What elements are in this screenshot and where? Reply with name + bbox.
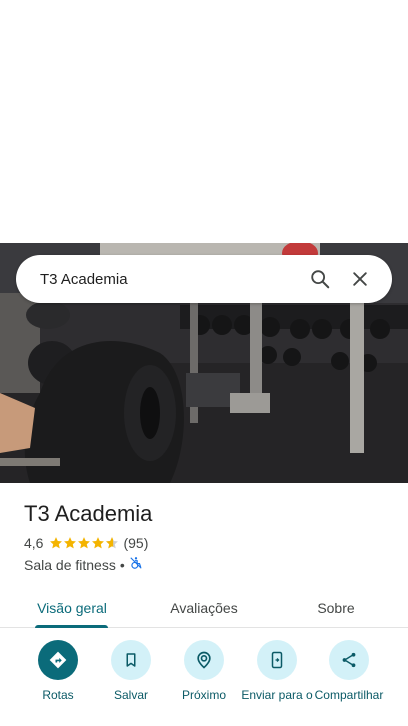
star-icon (78, 537, 91, 549)
save-label: Salvar (113, 688, 148, 702)
share-label: Compartilhar (314, 688, 384, 702)
place-category: Sala de fitness (24, 556, 116, 573)
tab-bar: Visão geral Avaliações Sobre (0, 588, 408, 628)
share-icon (329, 640, 369, 680)
share-button[interactable]: Compartilhar (312, 640, 386, 702)
directions-button[interactable]: Rotas (21, 640, 95, 702)
not-wheelchair-accessible-icon (129, 556, 143, 573)
search-icon[interactable] (300, 259, 340, 299)
star-icon (64, 537, 77, 549)
rating-row[interactable]: 4,6 (95) (24, 535, 148, 551)
review-count: (95) (123, 535, 149, 551)
search-input[interactable]: T3 Academia (40, 271, 300, 288)
map-area-blank (0, 0, 408, 243)
star-icon (50, 537, 63, 549)
active-tab-indicator (35, 625, 108, 628)
close-icon[interactable] (340, 259, 380, 299)
rating-value: 4,6 (24, 535, 44, 551)
send-to-phone-button[interactable]: Enviar para o (240, 640, 314, 702)
tab-overview[interactable]: Visão geral (20, 588, 124, 628)
separator-dot: • (119, 556, 125, 573)
category-row: Sala de fitness • (24, 556, 143, 573)
directions-label: Rotas (42, 688, 74, 702)
send-to-phone-label: Enviar para o (241, 688, 313, 702)
nearby-button[interactable]: Próximo (167, 640, 241, 702)
search-bar[interactable]: T3 Academia (16, 255, 392, 303)
save-button[interactable]: Salvar (94, 640, 168, 702)
action-bar: Rotas Salvar Próximo Enviar para o Compa… (0, 640, 408, 726)
bookmark-icon (111, 640, 151, 680)
place-title: T3 Academia (24, 501, 153, 526)
tab-about[interactable]: Sobre (284, 588, 388, 628)
rating-stars (49, 536, 119, 550)
star-icon (92, 537, 105, 549)
nearby-label: Próximo (181, 688, 226, 702)
nearby-icon (184, 640, 224, 680)
send-to-phone-icon (257, 640, 297, 680)
directions-icon (38, 640, 78, 680)
star-half-icon (106, 537, 119, 549)
tab-reviews[interactable]: Avaliações (152, 588, 256, 628)
